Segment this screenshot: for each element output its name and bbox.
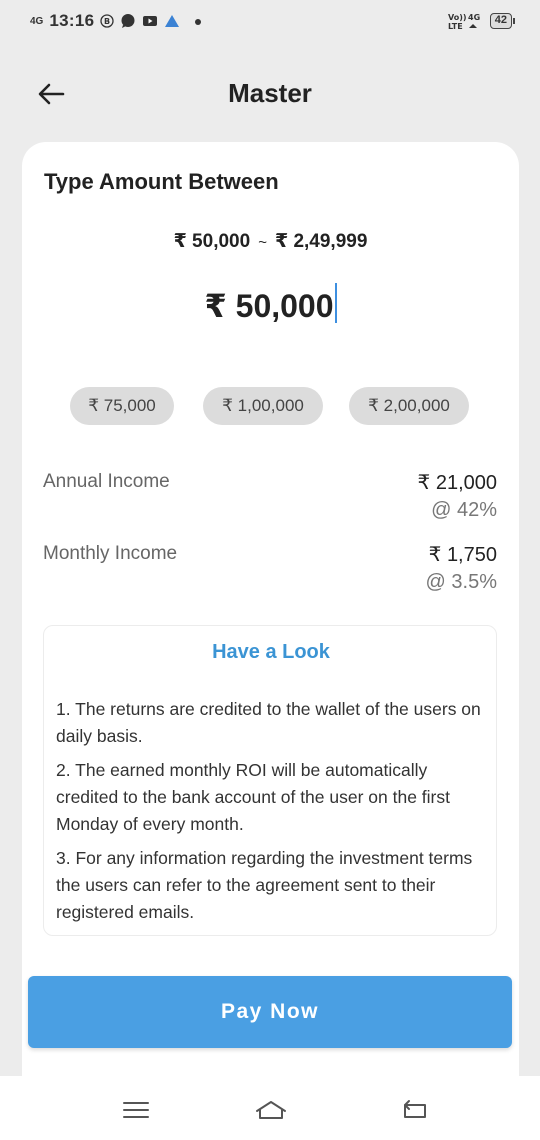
status-right: Vo)) LTE 4G 42 bbox=[448, 12, 516, 30]
chat-bubble-icon bbox=[121, 14, 135, 28]
header: Master bbox=[0, 66, 540, 122]
svg-text:B: B bbox=[104, 17, 110, 26]
network-indicator: 4G bbox=[30, 15, 44, 27]
svg-text:4G: 4G bbox=[468, 13, 480, 22]
drive-icon bbox=[165, 15, 180, 27]
video-icon bbox=[143, 16, 158, 26]
b-circle-icon: B bbox=[100, 14, 114, 28]
info-item: 1. The returns are credited to the walle… bbox=[56, 699, 481, 746]
chip-amount-100000[interactable]: ₹ 1,00,000 bbox=[203, 387, 323, 425]
amount-value: ₹ 50,000 bbox=[204, 288, 334, 324]
info-title: Have a Look bbox=[212, 641, 330, 663]
range-max: ₹ 2,49,999 bbox=[274, 231, 368, 252]
monthly-income-label: Monthly Income bbox=[43, 543, 178, 564]
status-bar: 4G 13:16 B Vo)) LTE 4G 42 bbox=[0, 0, 540, 42]
monthly-income-rate: @ 3.5% bbox=[425, 571, 497, 593]
system-nav-bar bbox=[0, 1076, 540, 1140]
battery-indicator: 42 bbox=[489, 13, 516, 29]
status-time: 13:16 bbox=[49, 11, 95, 30]
main-card: Type Amount Between ₹ 50,000 ~ ₹ 2,49,999 … bbox=[22, 142, 519, 1082]
chip-amount-200000[interactable]: ₹ 2,00,000 bbox=[349, 387, 469, 425]
back-nav-button[interactable] bbox=[394, 1094, 434, 1126]
text-cursor bbox=[334, 283, 337, 323]
range-separator: ~ bbox=[258, 234, 267, 251]
back-nav-icon bbox=[404, 1100, 426, 1118]
recent-apps-button[interactable] bbox=[116, 1094, 156, 1126]
monthly-income-value: ₹ 1,750 bbox=[428, 544, 497, 566]
annual-income-rate: @ 42% bbox=[431, 499, 497, 521]
amount-range: ₹ 50,000 ~ ₹ 2,49,999 bbox=[22, 230, 519, 253]
page-title: Master bbox=[228, 78, 312, 108]
status-left: 4G 13:16 B bbox=[30, 11, 204, 31]
pay-now-button[interactable]: Pay Now bbox=[28, 976, 512, 1048]
chip-amount-75000[interactable]: ₹ 75,000 bbox=[70, 387, 174, 425]
info-item: 2. The earned monthly ROI will be automa… bbox=[56, 760, 450, 834]
annual-income-label: Annual Income bbox=[43, 471, 170, 492]
info-list: 1. The returns are credited to the walle… bbox=[56, 696, 486, 933]
section-title: Type Amount Between bbox=[44, 169, 279, 194]
amount-input[interactable]: ₹ 50,000 bbox=[22, 283, 519, 325]
home-button[interactable] bbox=[251, 1094, 291, 1126]
svg-text:LTE: LTE bbox=[448, 22, 463, 30]
info-box: Have a Look 1. The returns are credited … bbox=[43, 625, 497, 936]
annual-income-value: ₹ 21,000 bbox=[417, 472, 497, 494]
menu-icon bbox=[123, 1102, 149, 1118]
range-min: ₹ 50,000 bbox=[173, 231, 251, 252]
signal-icon: Vo)) LTE 4G bbox=[448, 13, 480, 30]
home-icon bbox=[256, 1101, 286, 1119]
svg-text:Vo)): Vo)) bbox=[448, 13, 467, 22]
dot-icon bbox=[195, 19, 202, 25]
info-item: 3. For any information regarding the inv… bbox=[56, 848, 473, 922]
